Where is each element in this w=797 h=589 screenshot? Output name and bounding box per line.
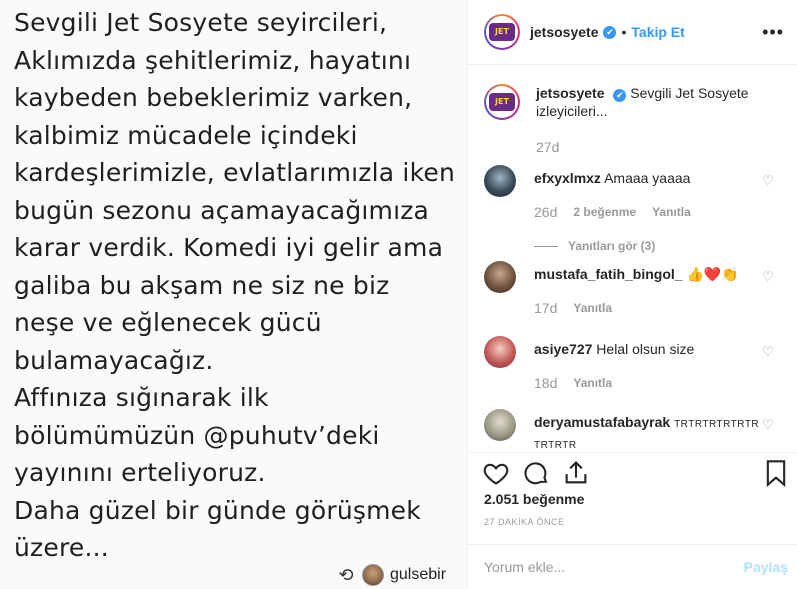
comment-time[interactable]: 17d [534, 299, 557, 317]
caption-username[interactable]: jetsosyete [536, 85, 604, 101]
comment-like-heart-icon[interactable]: ♡ [762, 344, 774, 360]
post-text-line: kardeşlerimizle, evlatlarımızla iken [14, 158, 455, 187]
post-text-line: Affınıza sığınarak ilk [14, 383, 269, 412]
comment-time[interactable]: 18d [534, 374, 557, 392]
post-text-line: galiba bu akşam ne siz ne biz [14, 270, 390, 300]
post-header: JET jetsosyete ✔ • Takip Et ••• [468, 0, 797, 65]
view-replies-button[interactable]: Yanıtları gör (3) [534, 237, 769, 255]
post-actions-bar [468, 452, 797, 492]
follow-button[interactable]: Takip Et [631, 24, 684, 40]
profile-avatar[interactable]: JET [484, 14, 520, 50]
post-text-line: karar verdik. Komedi iyi gelir ama [14, 233, 444, 262]
comment-like-heart-icon[interactable]: ♡ [762, 417, 774, 433]
comment-text: 👍❤️👏 [686, 266, 739, 282]
post-text-line: Sevgili Jet Sosyete seyircileri, [14, 8, 388, 37]
jet-logo: JET [489, 93, 515, 111]
comment-text: Helal olsun size [596, 341, 695, 357]
post-text-line: bulamayacağız. [14, 345, 214, 375]
reply-button[interactable]: Yanıtla [652, 203, 691, 221]
header-username[interactable]: jetsosyete [530, 24, 598, 40]
repost-icon: ⟲ [338, 564, 354, 585]
post-caption: JET jetsosyete ✔ Sevgili Jet Sosyete izl… [484, 84, 786, 156]
commenter-avatar[interactable] [484, 409, 516, 441]
post-comment-button[interactable]: Paylaş [744, 559, 788, 575]
commenter-avatar[interactable] [484, 336, 516, 368]
view-replies-label: Yanıtları gör (3) [568, 239, 656, 253]
post-text-line: Daha güzel bir günde görüşmek [14, 495, 421, 525]
comment-like-heart-icon[interactable]: ♡ [762, 269, 774, 285]
caption-avatar[interactable]: JET [484, 84, 520, 120]
comment-username[interactable]: efxyxlmxz [534, 170, 601, 186]
like-count[interactable]: 2.051 beğenme [484, 491, 584, 507]
post-text-line: Aklımızda şehitlerimiz, hayatını [14, 45, 412, 75]
reply-button[interactable]: Yanıtla [573, 299, 612, 317]
comments-list[interactable]: JET jetsosyete ✔ Sevgili Jet Sosyete izl… [468, 66, 797, 452]
comment-text: Amaaa yaaaa [604, 170, 691, 186]
repost-credit: ⟲ gulsebir [336, 564, 446, 586]
comment-like-heart-icon[interactable]: ♡ [762, 173, 774, 189]
comment-box: Paylaş [468, 544, 797, 589]
repost-avatar [362, 564, 384, 586]
commenter-avatar[interactable] [484, 261, 516, 293]
comment-bubble-icon[interactable] [522, 459, 550, 492]
comment-username[interactable]: deryamustafabayrak [534, 414, 670, 430]
comment-username[interactable]: asiye727 [534, 341, 592, 357]
caption-time[interactable]: 27d [536, 138, 786, 156]
post-text-line: bölümümüzün @puhutv’deki [14, 420, 380, 450]
comment-likes[interactable]: 2 beğenme [573, 203, 636, 221]
verified-badge-icon: ✔ [603, 25, 617, 39]
bookmark-icon[interactable] [764, 459, 788, 492]
comment-input[interactable] [484, 559, 744, 575]
more-options-icon[interactable]: ••• [762, 22, 784, 43]
verified-badge-icon: ✔ [613, 89, 627, 102]
commenter-avatar[interactable] [484, 165, 516, 197]
reply-button[interactable]: Yanıtla [573, 374, 612, 392]
post-text-line: kalbimiz mücadele içindeki [14, 120, 358, 150]
post-timestamp[interactable]: 27 DAKİKA ÖNCE [484, 517, 565, 527]
comment-time[interactable]: 26d [534, 203, 557, 221]
post-text-line: bugün sezonu açamayacağımıza [14, 195, 430, 225]
post-text-line: kaybeden bebeklerimiz varken, [14, 83, 413, 112]
separator-dot: • [621, 24, 627, 40]
post-text: Sevgili Jet Sosyete seyircileri, Aklımız… [14, 4, 464, 567]
jet-logo: JET [489, 23, 515, 41]
like-heart-icon[interactable] [482, 459, 510, 492]
post-text-line: yayınını erteliyoruz. [14, 458, 266, 487]
comment-username[interactable]: mustafa_fatih_bingol_ [534, 266, 683, 282]
post-text-line: üzere... [14, 533, 109, 562]
share-icon[interactable] [562, 459, 590, 492]
post-side-panel: JET jetsosyete ✔ • Takip Et ••• JET jets… [467, 0, 797, 589]
replies-divider [534, 245, 558, 247]
post-text-line: neşe ve eğlenecek gücü [14, 308, 322, 337]
repost-username: gulsebir [390, 566, 447, 583]
post-image: Sevgili Jet Sosyete seyircileri, Aklımız… [0, 0, 467, 589]
